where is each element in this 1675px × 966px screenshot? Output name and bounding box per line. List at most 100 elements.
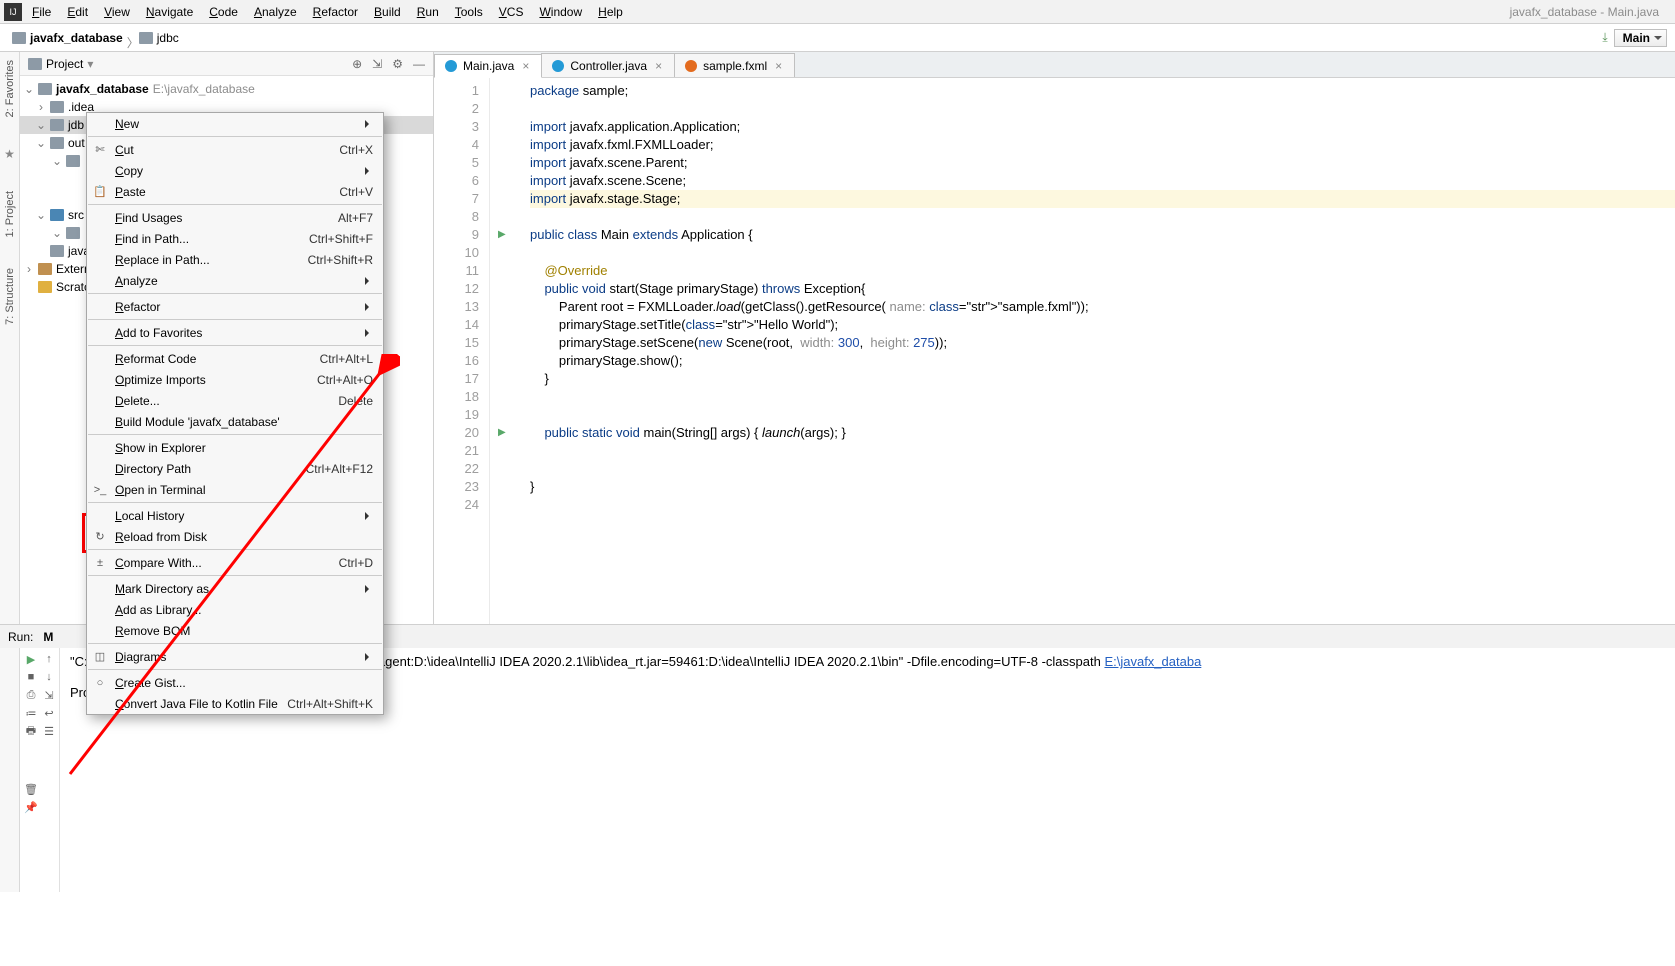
filter-icon[interactable]: ☰	[42, 724, 56, 738]
pin-icon[interactable]: 📌	[24, 800, 38, 814]
tab-project[interactable]: 1: Project	[4, 191, 16, 237]
up-icon[interactable]: ↑	[42, 652, 56, 666]
export-icon[interactable]: ⇲	[42, 688, 56, 702]
trash-icon[interactable]: 🗑	[24, 782, 38, 796]
menu-item-compare-with[interactable]: ±Compare With...Ctrl+D	[87, 552, 383, 573]
menu-item-convert-java-file-to-kotlin-file[interactable]: Convert Java File to Kotlin FileCtrl+Alt…	[87, 693, 383, 714]
menu-item-analyze[interactable]: Analyze	[87, 270, 383, 291]
menu-vcs[interactable]: VCS	[491, 3, 532, 21]
menu-item-mark-directory-as[interactable]: Mark Directory as	[87, 578, 383, 599]
menu-item-label: Find Usages	[115, 211, 338, 225]
shortcut-label: Ctrl+D	[339, 556, 373, 570]
menu-item-reformat-code[interactable]: Reformat CodeCtrl+Alt+L	[87, 348, 383, 369]
collapse-icon[interactable]: ⇲	[372, 57, 382, 71]
menu-item-find-usages[interactable]: Find UsagesAlt+F7	[87, 207, 383, 228]
menu-icon: ○	[93, 676, 107, 690]
chevron-icon[interactable]: ⌄	[36, 118, 46, 132]
menu-item-remove-bom[interactable]: Remove BOM	[87, 620, 383, 641]
chevron-icon[interactable]: ›	[36, 100, 46, 114]
gear-icon[interactable]: ⚙	[392, 57, 403, 71]
layout-icon[interactable]: ≔	[24, 706, 38, 720]
editor-tab-controller-java[interactable]: Controller.java×	[541, 53, 675, 77]
menu-build[interactable]: Build	[366, 3, 409, 21]
menu-item-cut[interactable]: ✄CutCtrl+X	[87, 139, 383, 160]
menu-item-show-in-explorer[interactable]: Show in Explorer	[87, 437, 383, 458]
menu-item-label: Local History	[115, 509, 373, 523]
menu-item-label: Diagrams	[115, 650, 373, 664]
tree-row[interactable]: ⌄javafx_database E:\javafx_database	[20, 80, 433, 98]
menu-item-create-gist[interactable]: ○Create Gist...	[87, 672, 383, 693]
window-title: javafx_database - Main.java	[1498, 5, 1671, 19]
breadcrumb-child[interactable]: jdbc	[135, 31, 183, 45]
chevron-icon[interactable]: ⌄	[36, 208, 46, 222]
wrap-icon[interactable]: ↩	[42, 706, 56, 720]
menu-item-directory-path[interactable]: Directory PathCtrl+Alt+F12	[87, 458, 383, 479]
menu-item-add-as-library[interactable]: Add as Library...	[87, 599, 383, 620]
menu-edit[interactable]: Edit	[59, 3, 96, 21]
run-config-combo[interactable]: Main	[1614, 29, 1667, 47]
menu-refactor[interactable]: Refactor	[305, 3, 366, 21]
menu-item-delete[interactable]: Delete...Delete	[87, 390, 383, 411]
code-editor[interactable]: package sample; import javafx.applicatio…	[518, 78, 1675, 624]
breadcrumb-root[interactable]: javafx_database	[8, 31, 127, 45]
menu-item-paste[interactable]: 📋PasteCtrl+V	[87, 181, 383, 202]
chevron-icon[interactable]: ⌄	[24, 82, 34, 96]
build-icon[interactable]: ⤓	[1602, 30, 1607, 45]
tab-favorites[interactable]: 2: Favorites	[4, 60, 16, 117]
camera-icon[interactable]: ⎙	[24, 688, 38, 702]
menu-window[interactable]: Window	[531, 3, 590, 21]
rerun-icon[interactable]: ▶	[24, 652, 38, 666]
separator	[88, 293, 382, 294]
menu-item-diagrams[interactable]: ◫Diagrams	[87, 646, 383, 667]
menu-item-refactor[interactable]: Refactor	[87, 296, 383, 317]
menu-icon: >_	[93, 483, 107, 497]
file-icon	[445, 60, 457, 72]
run-gutter-icon[interactable]: ▶	[498, 424, 506, 442]
menu-item-new[interactable]: New	[87, 113, 383, 134]
menu-item-open-in-terminal[interactable]: >_ Open in Terminal	[87, 479, 383, 500]
menu-analyze[interactable]: Analyze	[246, 3, 305, 21]
menu-item-reload-from-disk[interactable]: ↻Reload from Disk	[87, 526, 383, 547]
menu-item-label: Reload from Disk	[115, 530, 373, 544]
run-gutter-icon[interactable]: ▶	[498, 226, 506, 244]
menu-view[interactable]: View	[96, 3, 138, 21]
shortcut-label: Ctrl+Shift+R	[308, 253, 373, 267]
menu-item-replace-in-path[interactable]: Replace in Path...Ctrl+Shift+R	[87, 249, 383, 270]
menu-item-label: Open in Terminal	[115, 483, 373, 497]
chevron-icon[interactable]: ⌄	[36, 136, 46, 150]
chevron-down-icon[interactable]: ▾	[87, 57, 93, 71]
menu-item-build-module-javafx-database[interactable]: Build Module 'javafx_database'	[87, 411, 383, 432]
menu-icon: ±	[93, 556, 107, 570]
menu-item-local-history[interactable]: Local History	[87, 505, 383, 526]
run-output-link[interactable]: E:\javafx_databa	[1104, 654, 1201, 669]
menu-item-copy[interactable]: Copy	[87, 160, 383, 181]
print-icon[interactable]: 🖶	[24, 724, 38, 738]
target-icon[interactable]: ⊕	[352, 57, 362, 71]
shortcut-label: Ctrl+X	[339, 143, 373, 157]
menu-item-label: Replace in Path...	[115, 253, 308, 267]
chevron-icon[interactable]: ›	[24, 262, 34, 276]
menu-item-label: Find in Path...	[115, 232, 309, 246]
menu-navigate[interactable]: Navigate	[138, 3, 201, 21]
menu-tools[interactable]: Tools	[447, 3, 491, 21]
close-icon[interactable]: ×	[520, 59, 531, 73]
menu-item-add-to-favorites[interactable]: Add to Favorites	[87, 322, 383, 343]
menu-file[interactable]: File	[24, 3, 59, 21]
menu-item-optimize-imports[interactable]: Optimize ImportsCtrl+Alt+O	[87, 369, 383, 390]
menu-code[interactable]: Code	[201, 3, 246, 21]
menu-help[interactable]: Help	[590, 3, 631, 21]
down-icon[interactable]: ↓	[42, 670, 56, 684]
tab-structure[interactable]: 7: Structure	[4, 268, 16, 325]
separator	[88, 136, 382, 137]
chevron-icon[interactable]: ⌄	[52, 154, 62, 168]
editor-tab-main-java[interactable]: Main.java×	[434, 54, 542, 78]
menu-item-find-in-path[interactable]: Find in Path...Ctrl+Shift+F	[87, 228, 383, 249]
chevron-icon[interactable]: ⌄	[52, 226, 62, 240]
close-icon[interactable]: ×	[653, 59, 664, 73]
editor-tab-sample-fxml[interactable]: sample.fxml×	[674, 53, 795, 77]
close-icon[interactable]: ×	[773, 59, 784, 73]
stop-icon[interactable]: ■	[24, 670, 38, 684]
hide-icon[interactable]: —	[413, 57, 425, 71]
menu-run[interactable]: Run	[409, 3, 447, 21]
separator	[88, 204, 382, 205]
